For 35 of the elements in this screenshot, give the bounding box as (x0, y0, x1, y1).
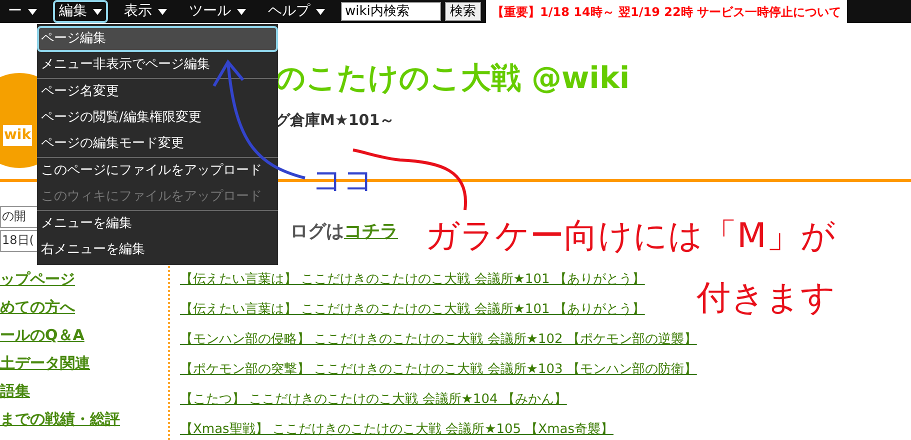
menu-item[interactable]: ページの閲覧/編集権限変更 (37, 105, 278, 131)
caret-icon (237, 8, 246, 14)
menu-tab[interactable]: 表示 (118, 0, 173, 23)
menu-tab[interactable]: ヘルプ (262, 0, 331, 23)
thread-link[interactable]: 【伝えたい言葉は】 ここだけきのこたけのこ大戦 会議所★101 【ありがとう】 (180, 270, 697, 289)
logo-text: wik (3, 125, 32, 146)
sidebar-link[interactable]: 語集 (0, 380, 168, 401)
handwritten-note: 付きます (696, 277, 836, 320)
menu-item[interactable]: メニュー非表示でページ編集 (37, 52, 278, 78)
notice-link[interactable]: 【重要】1/18 14時～ 翌1/19 22時 サービス一時停止について (486, 0, 847, 23)
sidebar-link[interactable]: までの戦績・総評 (0, 408, 168, 429)
thread-link[interactable]: 【モンハン部の侵略】 ここだけきのこたけのこ大戦 会議所★102 【ポケモン部の逆襲】 (180, 330, 697, 349)
thread-link[interactable]: 【伝えたい言葉は】 ここだけきのこたけのこ大戦 会議所★101 【ありがとう】 (180, 300, 697, 319)
handwritten-note: ガラケー向けには「M」が (425, 215, 836, 258)
sidebar-link[interactable]: めての方へ (0, 296, 168, 317)
caret-icon (316, 8, 325, 14)
thread-link[interactable]: 【ポケモン部の突撃】 ここだけきのこたけのこ大戦 会議所★103 【モンハン部の防衛】 (180, 360, 697, 379)
caret-icon (93, 8, 102, 14)
menu-tab[interactable]: ー (2, 0, 43, 23)
menu-item[interactable]: このページにファイルをアップロード (37, 158, 278, 184)
menu-tab[interactable]: ツール (183, 0, 252, 23)
caret-icon (158, 8, 167, 14)
sidebar-link[interactable]: ップページ (0, 268, 168, 289)
intro-text: ログは (290, 220, 344, 244)
menu-item[interactable]: ページ編集 (37, 26, 278, 52)
search-button[interactable]: 検索 (445, 2, 481, 21)
sidebar-link[interactable]: ールのQ＆A (0, 324, 168, 345)
search-field[interactable]: wiki内検索 (341, 2, 441, 21)
thread-link[interactable]: 【こたつ】 ここだけきのこたけのこ大戦 会議所★104 【みかん】 (180, 390, 697, 409)
menu-item[interactable]: ページ名変更 (37, 79, 278, 105)
menu-item[interactable]: ページの編集モード変更 (37, 131, 278, 157)
thread-link[interactable]: 【Xmas聖戦】 ここだけきのこたけのこ大戦 会議所★105 【Xmas奇襲】 (180, 420, 697, 439)
sidebar-link[interactable]: 土データ関連 (0, 352, 168, 373)
intro-link[interactable]: コチラ (344, 218, 398, 244)
caret-icon (28, 8, 37, 14)
